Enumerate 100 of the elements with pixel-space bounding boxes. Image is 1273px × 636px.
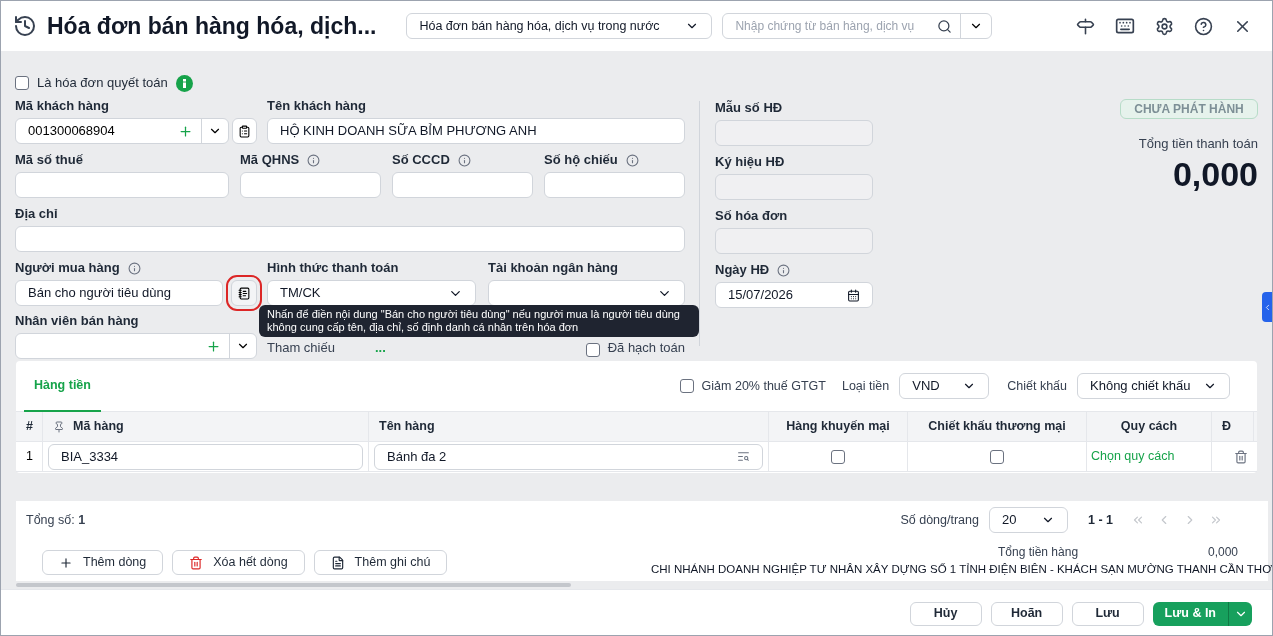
- goods-total-label: Tổng tiền hàng: [998, 547, 1079, 558]
- currency-select[interactable]: VND: [899, 373, 990, 399]
- field-label: Hình thức thanh toán: [267, 259, 399, 278]
- column-header[interactable]: Chiết khấu thương mại: [928, 417, 1066, 436]
- invoice-type-select[interactable]: Hóa đơn bán hàng hóa, dịch vụ trong nước: [406, 13, 713, 39]
- record-count: Tổng số: 1: [26, 511, 86, 529]
- pin-icon[interactable]: [53, 420, 65, 433]
- customer-code-field[interactable]: 001300068904: [15, 118, 229, 144]
- info-icon: [625, 153, 639, 167]
- input-field[interactable]: [240, 172, 381, 198]
- goods-total-value: 0,000: [1207, 547, 1238, 558]
- input-field[interactable]: [544, 172, 685, 198]
- input-field[interactable]: 15/07/2026: [715, 282, 873, 308]
- search-icon[interactable]: [937, 18, 953, 34]
- input-field[interactable]: [715, 228, 873, 254]
- info-icon: [777, 263, 791, 277]
- total-amount: 0,000: [1172, 153, 1258, 194]
- checkbox[interactable]: [585, 343, 600, 357]
- search-icon[interactable]: [737, 450, 750, 463]
- lookup-button[interactable]: [232, 118, 257, 144]
- document-icon: [330, 555, 345, 570]
- field-label: Số hóa đơn: [715, 207, 788, 226]
- field-label: Số CCCD: [392, 151, 450, 170]
- action-button[interactable]: Xóa hết dòng: [172, 550, 305, 575]
- field-label: Số hộ chiếu: [544, 151, 618, 170]
- column-header[interactable]: Mã hàng: [73, 417, 124, 436]
- checkbox[interactable]: [990, 449, 1004, 464]
- scrollbar[interactable]: [16, 583, 571, 587]
- field-label: Tên khách hàng: [267, 97, 366, 116]
- trash-icon[interactable]: [1234, 449, 1248, 464]
- checkbox-label: Là hóa đơn quyết toán: [37, 74, 168, 93]
- footer-button[interactable]: Hủy: [909, 601, 982, 626]
- search-field[interactable]: Nhập chứng từ bán hàng, dịch vụ: [722, 13, 993, 39]
- checkbox[interactable]: [15, 76, 29, 90]
- input-field[interactable]: Bán cho người tiêu dùng: [15, 280, 223, 306]
- field-label: Mã khách hàng: [15, 97, 109, 116]
- footer-button[interactable]: Lưu: [1071, 601, 1144, 626]
- input-field[interactable]: [715, 174, 873, 200]
- window-title: Hóa đơn bán hàng hóa, dịch...: [47, 11, 377, 41]
- field-label: Người mua hàng: [15, 259, 120, 278]
- checkbox-label: Giảm 20% thuế GTGT: [701, 377, 826, 395]
- history-icon[interactable]: [13, 14, 37, 38]
- field-label: Ký hiệu HĐ: [715, 153, 785, 172]
- page-size-select[interactable]: 20: [989, 507, 1068, 533]
- plus-icon: [59, 555, 73, 570]
- field-label: Nhân viên bán hàng: [15, 312, 139, 331]
- total-label: Tổng tiền thanh toán: [1138, 135, 1258, 153]
- tooltip: Nhấn để điền nội dung "Bán cho người tiêu dùng" nếu người mua là người tiêu dùng không cung cấp tên, địa chỉ, số định danh cá nhân trên hóa đơn: [259, 305, 699, 337]
- search-input[interactable]: Nhập chứng từ bán hàng, dịch vụ: [723, 17, 938, 35]
- plus-icon[interactable]: [206, 338, 221, 354]
- input-field[interactable]: [15, 226, 685, 252]
- action-button[interactable]: Thêm ghi chú: [313, 550, 448, 575]
- row-number: 1: [26, 448, 33, 466]
- input-field[interactable]: [488, 280, 685, 306]
- field-label: Ngày HĐ: [715, 261, 770, 280]
- checkbox[interactable]: [679, 379, 694, 393]
- field-label: Tài khoản ngân hàng: [488, 259, 618, 278]
- reference-label: Tham chiếu: [267, 338, 335, 357]
- status-badge: CHƯA PHÁT HÀNH: [1120, 99, 1258, 119]
- action-button[interactable]: Thêm dòng: [42, 550, 164, 575]
- field-label: Chiết khấu: [1007, 377, 1067, 395]
- calendar-icon[interactable]: [847, 288, 860, 302]
- input-field[interactable]: [715, 120, 873, 146]
- help-icon[interactable]: [1194, 16, 1213, 36]
- field-label: Số dòng/trang: [900, 511, 979, 529]
- settings-icon[interactable]: [1155, 16, 1174, 36]
- field-label: Địa chỉ: [15, 205, 58, 224]
- column-header[interactable]: Tên hàng: [379, 417, 435, 436]
- info-icon: [307, 153, 321, 167]
- column-header[interactable]: #: [26, 417, 33, 436]
- checkbox[interactable]: [831, 449, 845, 464]
- plus-icon[interactable]: [178, 123, 193, 139]
- info-icon: [457, 153, 471, 167]
- column-header[interactable]: Đ: [1222, 417, 1232, 436]
- item-name-field[interactable]: Bánh đa 2: [374, 443, 763, 470]
- footer-button[interactable]: Hoãn: [990, 601, 1063, 626]
- field-label: Mã số thuế: [15, 151, 83, 170]
- column-header[interactable]: Hàng khuyến mại: [786, 417, 890, 436]
- column-header[interactable]: Quy cách: [1120, 417, 1178, 436]
- input-field[interactable]: [392, 172, 533, 198]
- input-field[interactable]: TM/CK: [267, 280, 476, 306]
- field-label: Mã QHNS: [240, 151, 300, 170]
- overlay-text: CHI NHÁNH DOANH NGHIỆP TƯ NHÂN XÂY DỰNG SỐ 1 TỈNH ĐIỆN BIÊN - KHÁCH SẠN MƯỜNG THANH CẦN THƠ: [650, 563, 1272, 576]
- field-label: Mẫu số HĐ: [715, 99, 783, 118]
- trash-icon: [189, 555, 204, 570]
- input-field[interactable]: [15, 172, 229, 198]
- page-range: 1 - 1: [1088, 511, 1113, 529]
- signpost-icon[interactable]: [1076, 16, 1095, 36]
- item-code-field[interactable]: BIA_3334: [48, 443, 363, 470]
- notebook-icon: [237, 286, 251, 300]
- keyboard-icon[interactable]: [1115, 16, 1135, 36]
- discount-select[interactable]: Không chiết khấu: [1077, 373, 1230, 399]
- info-icon: [175, 74, 193, 92]
- checkbox-label: Đã hạch toán: [607, 338, 685, 357]
- side-panel-handle[interactable]: [1262, 292, 1272, 322]
- input-field[interactable]: HỘ KINH DOANH SỮA BỈM PHƯƠNG ANH: [267, 118, 685, 144]
- clipboard-icon: [238, 124, 251, 138]
- info-icon: [127, 261, 141, 275]
- field-label: Loại tiền: [841, 377, 890, 395]
- salesperson-field[interactable]: [15, 333, 257, 359]
